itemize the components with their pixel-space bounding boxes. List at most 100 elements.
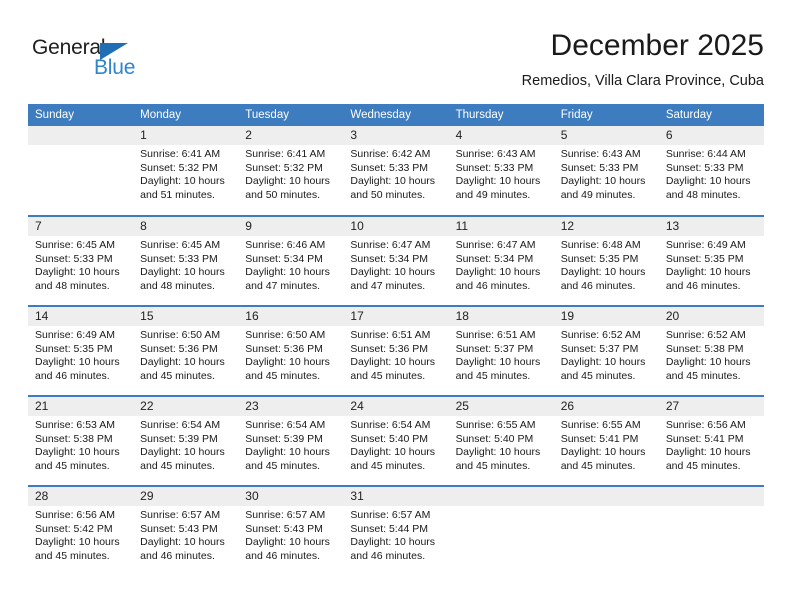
daylight-duration-line1: Daylight: 10 hours xyxy=(455,356,541,369)
calendar-day-cell[interactable]: 27 Sunrise: 6:56 AM Sunset: 5:41 PM Dayligh… xyxy=(658,395,764,486)
calendar-day-cell[interactable]: 5 Sunrise: 6:43 AM Sunset: 5:33 PM Daylight… xyxy=(553,126,659,216)
sunset-time: Sunset: 5:41 PM xyxy=(665,432,744,445)
calendar-day-cell[interactable]: 30 Sunrise: 6:57 AM Sunset: 5:43 PM Dayligh… xyxy=(238,485,344,576)
calendar-day-cell[interactable]: 22 Sunrise: 6:54 AM Sunset: 5:39 PM Dayligh… xyxy=(133,395,239,486)
day-cell-content: 18 Sunrise: 6:51 AM Sunset: 5:37 PM Dayligh… xyxy=(448,307,554,395)
day-number: 6 xyxy=(658,126,764,145)
calendar-day-cell[interactable]: 9 Sunrise: 6:46 AM Sunset: 5:34 PM Daylight… xyxy=(238,215,344,306)
sunrise-time: Sunrise: 6:57 AM xyxy=(140,509,221,521)
location-subtitle: Remedios, Villa Clara Province, Cuba xyxy=(521,73,764,89)
daylight-duration-line2: and 46 minutes. xyxy=(140,549,215,562)
sunrise-time: Sunrise: 6:57 AM xyxy=(350,509,431,521)
sunset-time: Sunset: 5:33 PM xyxy=(455,161,534,174)
day-sun-info: Sunrise: 6:44 AM Sunset: 5:33 PM Daylight:… xyxy=(659,145,764,202)
calendar-day-cell[interactable]: 10 Sunrise: 6:47 AM Sunset: 5:34 PM Dayligh… xyxy=(343,215,449,306)
calendar-day-cell[interactable]: 8 Sunrise: 6:45 AM Sunset: 5:33 PM Daylight… xyxy=(133,215,239,306)
calendar-day-cell[interactable]: 28 Sunrise: 6:56 AM Sunset: 5:42 PM Dayligh… xyxy=(28,485,134,576)
calendar-day-cell[interactable]: 31 Sunrise: 6:57 AM Sunset: 5:44 PM Dayligh… xyxy=(343,485,449,576)
day-number: 25 xyxy=(448,397,554,416)
day-number: 4 xyxy=(448,126,554,145)
day-number: 9 xyxy=(238,217,344,236)
daylight-duration-line1: Daylight: 10 hours xyxy=(140,266,225,279)
day-cell-content: 25 Sunrise: 6:55 AM Sunset: 5:40 PM Dayligh… xyxy=(448,397,554,485)
sunrise-time: Sunrise: 6:48 AM xyxy=(560,239,641,251)
calendar-day-cell[interactable]: 1 Sunrise: 6:41 AM Sunset: 5:32 PM Daylight… xyxy=(133,126,239,216)
day-number: 19 xyxy=(553,307,659,326)
calendar-day-cell[interactable]: 6 Sunrise: 6:44 AM Sunset: 5:33 PM Daylight… xyxy=(658,126,764,216)
daylight-duration-line2: and 45 minutes. xyxy=(350,369,426,382)
sunset-time: Sunset: 5:41 PM xyxy=(560,432,639,445)
calendar-day-cell[interactable]: 18 Sunrise: 6:51 AM Sunset: 5:37 PM Dayligh… xyxy=(448,305,554,396)
calendar-day-cell[interactable]: 13 Sunrise: 6:49 AM Sunset: 5:35 PM Dayligh… xyxy=(658,215,764,306)
daylight-duration-line2: and 46 minutes. xyxy=(455,279,531,292)
day-cell-content: 12 Sunrise: 6:48 AM Sunset: 5:35 PM Dayligh… xyxy=(553,217,659,305)
sunset-time: Sunset: 5:43 PM xyxy=(140,522,218,535)
daylight-duration-line2: and 46 minutes. xyxy=(665,279,741,292)
calendar-day-cell[interactable]: 19 Sunrise: 6:52 AM Sunset: 5:37 PM Dayligh… xyxy=(553,305,659,396)
day-sun-info: Sunrise: 6:55 AM Sunset: 5:40 PM Daylight:… xyxy=(449,416,554,473)
day-cell-content: 8 Sunrise: 6:45 AM Sunset: 5:33 PM Daylight… xyxy=(133,217,239,305)
sunset-time: Sunset: 5:34 PM xyxy=(245,252,323,265)
calendar-day-cell[interactable]: 11 Sunrise: 6:47 AM Sunset: 5:34 PM Dayligh… xyxy=(448,215,554,306)
calendar-day-cell[interactable]: 15 Sunrise: 6:50 AM Sunset: 5:36 PM Dayligh… xyxy=(133,305,239,396)
daylight-duration-line1: Daylight: 10 hours xyxy=(665,175,751,188)
sunrise-time: Sunrise: 6:46 AM xyxy=(245,239,326,251)
day-sun-info: Sunrise: 6:43 AM Sunset: 5:33 PM Daylight:… xyxy=(554,145,659,202)
day-sun-info: Sunrise: 6:50 AM Sunset: 5:36 PM Daylight:… xyxy=(238,326,343,383)
calendar-day-cell[interactable]: 4 Sunrise: 6:43 AM Sunset: 5:33 PM Daylight… xyxy=(448,126,554,216)
day-sun-info: Sunrise: 6:57 AM Sunset: 5:43 PM Daylight:… xyxy=(133,506,238,563)
calendar-day-cell[interactable]: 20 Sunrise: 6:52 AM Sunset: 5:38 PM Dayligh… xyxy=(658,305,764,396)
day-sun-info: Sunrise: 6:43 AM Sunset: 5:33 PM Daylight:… xyxy=(449,145,554,202)
calendar-day-cell[interactable]: 16 Sunrise: 6:50 AM Sunset: 5:36 PM Dayligh… xyxy=(238,305,344,396)
day-cell-content: 4 Sunrise: 6:43 AM Sunset: 5:33 PM Daylight… xyxy=(448,126,554,214)
day-cell-content: 14 Sunrise: 6:49 AM Sunset: 5:35 PM Dayligh… xyxy=(28,307,134,395)
calendar-day-cell[interactable]: 21 Sunrise: 6:53 AM Sunset: 5:38 PM Dayligh… xyxy=(28,395,134,486)
sunset-time: Sunset: 5:40 PM xyxy=(350,432,429,445)
calendar-empty-cell xyxy=(553,485,659,576)
daylight-duration-line2: and 45 minutes. xyxy=(560,369,636,382)
day-sun-info: Sunrise: 6:54 AM Sunset: 5:40 PM Daylight:… xyxy=(343,416,448,473)
sunset-time: Sunset: 5:33 PM xyxy=(350,161,429,174)
daylight-duration-line1: Daylight: 10 hours xyxy=(140,536,225,549)
day-cell-content xyxy=(553,487,659,575)
sunset-time: Sunset: 5:35 PM xyxy=(560,252,639,265)
calendar-day-cell[interactable]: 26 Sunrise: 6:55 AM Sunset: 5:41 PM Dayligh… xyxy=(553,395,659,486)
calendar-day-cell[interactable]: 7 Sunrise: 6:45 AM Sunset: 5:33 PM Daylight… xyxy=(28,215,134,306)
sunrise-time: Sunrise: 6:45 AM xyxy=(140,239,221,251)
sunrise-time: Sunrise: 6:41 AM xyxy=(245,148,326,160)
day-number: 18 xyxy=(448,307,554,326)
daylight-duration-line1: Daylight: 10 hours xyxy=(35,356,120,369)
calendar-day-cell[interactable]: 23 Sunrise: 6:54 AM Sunset: 5:39 PM Dayligh… xyxy=(238,395,344,486)
weekday-header-saturday: Saturday xyxy=(658,104,764,126)
calendar-day-cell[interactable]: 14 Sunrise: 6:49 AM Sunset: 5:35 PM Dayligh… xyxy=(28,305,134,396)
day-sun-info: Sunrise: 6:46 AM Sunset: 5:34 PM Daylight:… xyxy=(238,236,343,293)
calendar-day-cell[interactable]: 17 Sunrise: 6:51 AM Sunset: 5:36 PM Dayligh… xyxy=(343,305,449,396)
calendar-day-cell[interactable]: 2 Sunrise: 6:41 AM Sunset: 5:32 PM Daylight… xyxy=(238,126,344,216)
sunrise-time: Sunrise: 6:49 AM xyxy=(665,239,746,251)
day-number: 3 xyxy=(343,126,449,145)
sunrise-time: Sunrise: 6:52 AM xyxy=(560,329,641,341)
general-blue-logo[interactable]: General Blue xyxy=(32,36,182,88)
day-cell-content: 10 Sunrise: 6:47 AM Sunset: 5:34 PM Dayligh… xyxy=(343,217,449,305)
daylight-duration-line1: Daylight: 10 hours xyxy=(245,446,330,459)
daylight-duration-line2: and 48 minutes. xyxy=(665,188,741,201)
daylight-duration-line1: Daylight: 10 hours xyxy=(350,446,436,459)
calendar-day-cell[interactable]: 24 Sunrise: 6:54 AM Sunset: 5:40 PM Dayligh… xyxy=(343,395,449,486)
day-sun-info: Sunrise: 6:55 AM Sunset: 5:41 PM Daylight:… xyxy=(554,416,659,473)
sunrise-time: Sunrise: 6:55 AM xyxy=(560,419,641,431)
calendar-week-row: 7 Sunrise: 6:45 AM Sunset: 5:33 PM Daylight… xyxy=(28,215,764,306)
daylight-duration-line1: Daylight: 10 hours xyxy=(560,356,646,369)
day-sun-info: Sunrise: 6:49 AM Sunset: 5:35 PM Daylight:… xyxy=(28,326,133,383)
sunset-time: Sunset: 5:39 PM xyxy=(140,432,218,445)
calendar-day-cell[interactable]: 29 Sunrise: 6:57 AM Sunset: 5:43 PM Dayligh… xyxy=(133,485,239,576)
sunset-time: Sunset: 5:35 PM xyxy=(35,342,113,355)
calendar-grid: Sunday Monday Tuesday Wednesday Thursday… xyxy=(28,104,764,576)
calendar-day-cell[interactable]: 3 Sunrise: 6:42 AM Sunset: 5:33 PM Daylight… xyxy=(343,126,449,216)
sunrise-time: Sunrise: 6:56 AM xyxy=(665,419,746,431)
calendar-day-cell[interactable]: 12 Sunrise: 6:48 AM Sunset: 5:35 PM Dayligh… xyxy=(553,215,659,306)
day-sun-info: Sunrise: 6:47 AM Sunset: 5:34 PM Daylight:… xyxy=(343,236,448,293)
sunrise-time: Sunrise: 6:41 AM xyxy=(140,148,221,160)
day-number: 20 xyxy=(658,307,764,326)
calendar-day-cell[interactable]: 25 Sunrise: 6:55 AM Sunset: 5:40 PM Dayligh… xyxy=(448,395,554,486)
daylight-duration-line2: and 47 minutes. xyxy=(350,279,426,292)
